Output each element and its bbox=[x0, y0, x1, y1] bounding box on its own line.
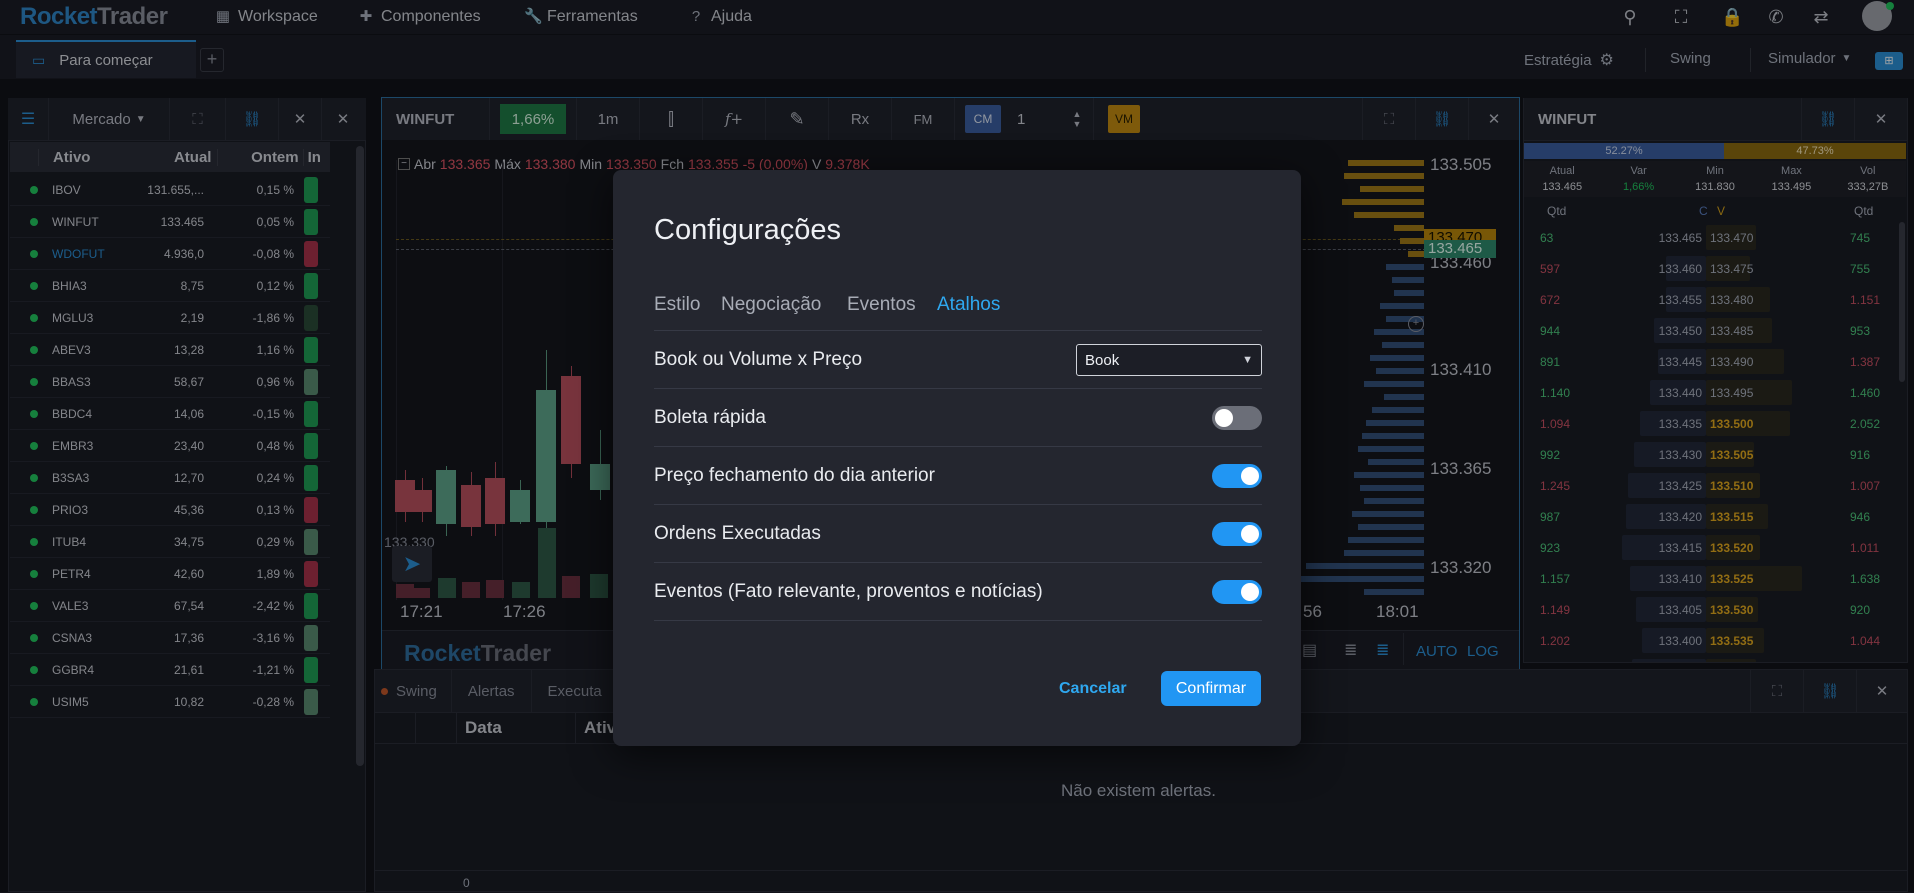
settings-modal: Configurações Estilo Negociação Eventos … bbox=[613, 170, 1301, 746]
setting-book-volume: Book ou Volume x Preço Book ▼ bbox=[654, 331, 1262, 389]
tab-eventos[interactable]: Eventos bbox=[847, 294, 916, 316]
cancel-button[interactable]: Cancelar bbox=[1059, 680, 1127, 698]
setting-boleta-rapida: Boleta rápida bbox=[654, 389, 1262, 447]
toggle-eventos[interactable] bbox=[1212, 580, 1262, 604]
tab-estilo[interactable]: Estilo bbox=[654, 294, 700, 316]
setting-preco-fechamento: Preço fechamento do dia anterior bbox=[654, 447, 1262, 505]
caret-down-icon: ▼ bbox=[1242, 354, 1253, 366]
tab-negociacao[interactable]: Negociação bbox=[721, 294, 821, 316]
toggle-ordens-executadas[interactable] bbox=[1212, 522, 1262, 546]
toggle-boleta-rapida[interactable] bbox=[1212, 406, 1262, 430]
tab-atalhos[interactable]: Atalhos bbox=[937, 294, 1000, 316]
setting-ordens-executadas: Ordens Executadas bbox=[654, 505, 1262, 563]
confirm-button[interactable]: Confirmar bbox=[1161, 671, 1261, 706]
toggle-preco-fechamento[interactable] bbox=[1212, 464, 1262, 488]
book-select[interactable]: Book ▼ bbox=[1076, 344, 1262, 376]
modal-title: Configurações bbox=[654, 214, 841, 246]
setting-eventos: Eventos (Fato relevante, proventos e not… bbox=[654, 563, 1262, 621]
